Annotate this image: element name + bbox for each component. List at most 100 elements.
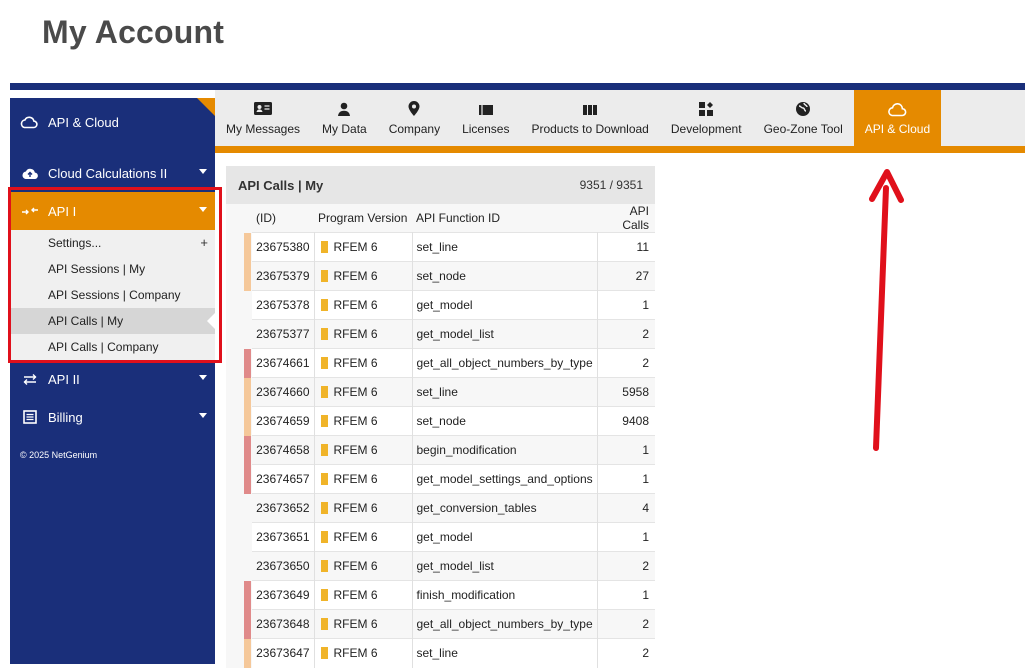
version-swatch-icon xyxy=(320,618,328,630)
cell-id: 23675377 xyxy=(252,319,315,349)
copyright: © 2025 NetGenium xyxy=(20,450,98,460)
chevron-down-icon xyxy=(199,169,207,174)
tabs-accent-line xyxy=(215,146,1025,153)
row-status-marker xyxy=(226,551,252,581)
cell-program-version: RFEM 6 xyxy=(314,493,413,523)
version-swatch-icon xyxy=(320,473,328,485)
table-row[interactable]: 23673649 RFEM 6 finish_modification 1 xyxy=(226,580,655,610)
chevron-down-icon xyxy=(199,375,207,380)
location-pin-icon xyxy=(407,99,421,117)
cell-api-function-id: get_model_list xyxy=(412,551,598,581)
panel-title: API Calls | My xyxy=(238,177,324,193)
tab-label: Products to Download xyxy=(531,122,649,136)
status-color-bar xyxy=(244,348,251,378)
sidebar-header[interactable]: API & Cloud xyxy=(10,98,215,146)
sidebar-header-label: API & Cloud xyxy=(48,114,119,130)
tab-licenses[interactable]: Licenses xyxy=(451,90,520,146)
licenses-icon xyxy=(478,99,494,117)
version-swatch-icon xyxy=(320,299,328,311)
version-swatch-icon xyxy=(320,328,328,340)
corner-fold-icon xyxy=(197,98,215,116)
row-status-marker xyxy=(226,609,252,639)
cell-program-version: RFEM 6 xyxy=(314,609,413,639)
table-row[interactable]: 23673652 RFEM 6 get_conversion_tables 4 xyxy=(226,493,655,523)
row-status-marker xyxy=(226,435,252,465)
row-status-marker xyxy=(226,377,252,407)
table-row[interactable]: 23674660 RFEM 6 set_line 5958 xyxy=(226,377,655,407)
cell-api-calls: 11 xyxy=(597,232,655,262)
download-products-icon xyxy=(582,99,598,117)
globe-icon xyxy=(795,99,811,117)
table-row[interactable]: 23674659 RFEM 6 set_node 9408 xyxy=(226,406,655,436)
cell-api-calls: 1 xyxy=(597,580,655,610)
tab-my-data[interactable]: My Data xyxy=(311,90,378,146)
column-header-id[interactable]: (ID) xyxy=(252,204,314,233)
table-row[interactable]: 23673647 RFEM 6 set_line 2 xyxy=(226,638,655,668)
tab-geo-zone-tool[interactable]: Geo-Zone Tool xyxy=(753,90,854,146)
cell-id: 23674659 xyxy=(252,406,315,436)
cell-program-version: RFEM 6 xyxy=(314,580,413,610)
version-label: RFEM 6 xyxy=(333,385,378,399)
row-status-marker xyxy=(226,261,252,291)
tab-products-to-download[interactable]: Products to Download xyxy=(520,90,659,146)
version-label: RFEM 6 xyxy=(333,269,378,283)
status-color-bar xyxy=(244,638,251,668)
cell-program-version: RFEM 6 xyxy=(314,464,413,494)
messages-icon xyxy=(253,99,273,117)
cell-api-calls: 1 xyxy=(597,290,655,320)
sidebar-item-billing[interactable]: Billing xyxy=(10,398,215,436)
table-row[interactable]: 23673648 RFEM 6 get_all_object_numbers_by_… xyxy=(226,609,655,639)
row-status-marker xyxy=(226,319,252,349)
table-row[interactable]: 23673650 RFEM 6 get_model_list 2 xyxy=(226,551,655,581)
table-row[interactable]: 23674657 RFEM 6 get_model_settings_and_opt… xyxy=(226,464,655,494)
column-header-api-function-id[interactable]: API Function ID xyxy=(412,204,598,233)
version-label: RFEM 6 xyxy=(333,443,378,457)
cell-id: 23673650 xyxy=(252,551,315,581)
cell-api-function-id: get_all_object_numbers_by_type xyxy=(412,348,598,378)
table-row[interactable]: 23675380 RFEM 6 set_line 11 xyxy=(226,232,655,262)
development-icon xyxy=(698,99,714,117)
tab-company[interactable]: Company xyxy=(378,90,451,146)
version-label: RFEM 6 xyxy=(333,646,378,661)
version-label: RFEM 6 xyxy=(333,414,378,428)
status-color-bar xyxy=(244,552,251,581)
table-row[interactable]: 23675379 RFEM 6 set_node 27 xyxy=(226,261,655,291)
tab-development[interactable]: Development xyxy=(660,90,753,146)
version-swatch-icon xyxy=(320,444,328,456)
status-color-bar xyxy=(244,291,251,320)
tab-api-and-cloud[interactable]: API & Cloud xyxy=(853,90,942,146)
table-row[interactable]: 23674658 RFEM 6 begin_modification 1 xyxy=(226,435,655,465)
row-status-marker xyxy=(226,348,252,378)
row-status-marker xyxy=(226,290,252,320)
status-color-bar xyxy=(244,261,251,291)
table-header-row: (ID) Program Version API Function ID API… xyxy=(226,204,655,233)
user-icon xyxy=(336,99,352,117)
tab-my-messages[interactable]: My Messages xyxy=(215,90,311,146)
tab-label: Company xyxy=(388,122,441,136)
cell-api-calls: 1 xyxy=(597,522,655,552)
version-label: RFEM 6 xyxy=(333,472,378,486)
table-row[interactable]: 23674661 RFEM 6 get_all_object_numbers_by_… xyxy=(226,348,655,378)
status-color-bar xyxy=(244,377,251,407)
cell-api-function-id: set_node xyxy=(412,261,598,291)
cell-api-calls: 27 xyxy=(597,261,655,291)
sidebar-item-label: API II xyxy=(48,371,80,387)
table-row[interactable]: 23673651 RFEM 6 get_model 1 xyxy=(226,522,655,552)
column-header-api-calls[interactable]: API Calls xyxy=(597,204,655,233)
cell-id: 23674658 xyxy=(252,435,315,465)
annotation-highlight-box xyxy=(8,187,222,363)
status-color-bar xyxy=(244,435,251,465)
row-status-marker xyxy=(226,580,252,610)
column-header-program-version[interactable]: Program Version xyxy=(314,204,412,233)
cell-api-calls: 2 xyxy=(597,638,655,668)
status-color-bar xyxy=(244,494,251,523)
sidebar-item-api-ii[interactable]: API II xyxy=(10,360,215,398)
table-row[interactable]: 23675377 RFEM 6 get_model_list 2 xyxy=(226,319,655,349)
row-status-marker xyxy=(226,493,252,523)
record-count: 9351 / 9351 xyxy=(579,178,643,192)
cell-id: 23675379 xyxy=(252,261,315,291)
tab-label: Geo-Zone Tool xyxy=(763,122,843,136)
cell-id: 23673651 xyxy=(252,522,315,552)
table-row[interactable]: 23675378 RFEM 6 get_model 1 xyxy=(226,290,655,320)
cell-api-function-id: get_model xyxy=(412,522,598,552)
